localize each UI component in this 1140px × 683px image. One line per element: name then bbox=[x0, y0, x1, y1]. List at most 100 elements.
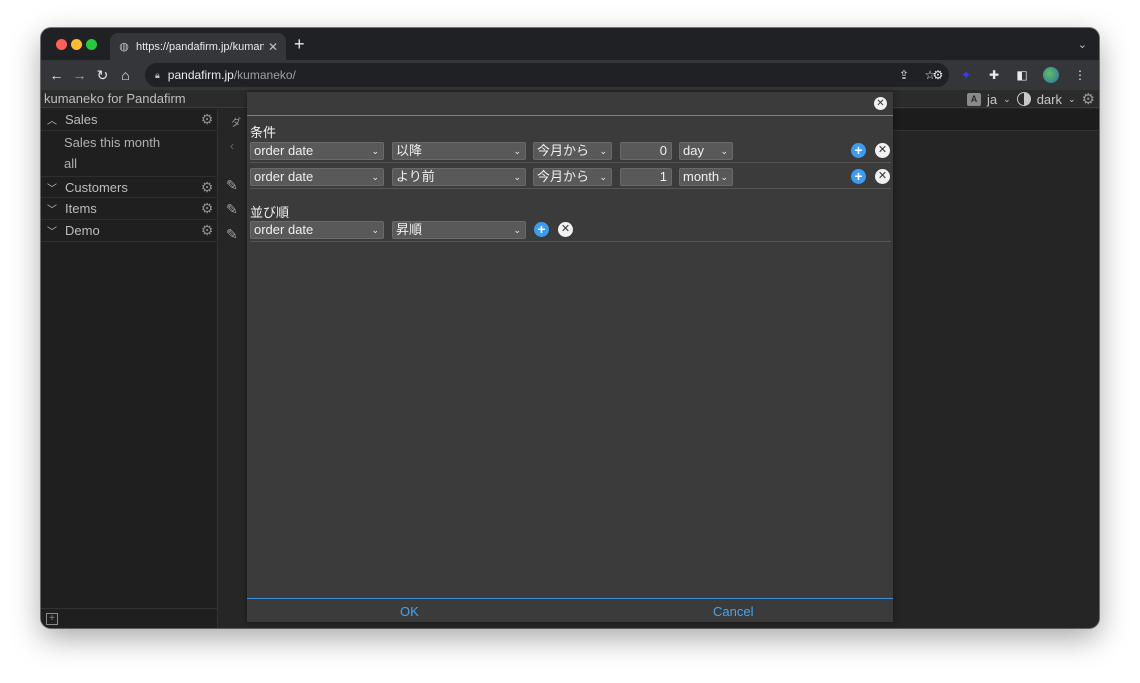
condition-unit-select[interactable]: day ⌄ bbox=[679, 142, 733, 160]
chevron-down-icon: ⌄ bbox=[371, 146, 379, 156]
add-app-icon[interactable]: + bbox=[46, 613, 58, 625]
dialog-header: ✕ bbox=[247, 92, 893, 116]
url-path: /kumaneko/ bbox=[233, 68, 296, 82]
tab-strip: ◍ https://pandafirm.jp/kumaneko/ ✕ + ⌄ bbox=[41, 28, 1099, 60]
app-title: kumaneko for Pandafirm bbox=[44, 91, 186, 106]
sidebar-group-customers[interactable]: ﹀ Customers ⚙ bbox=[41, 176, 218, 198]
lock-icon: 🔒︎ bbox=[155, 69, 160, 80]
chevron-down-icon[interactable]: ﹀ bbox=[41, 223, 63, 238]
dialog-footer: OK Cancel bbox=[247, 598, 893, 622]
edit-pencil-icon[interactable]: ✎ bbox=[226, 226, 238, 243]
condition-base-select[interactable]: 今月から ⌄ bbox=[533, 168, 612, 186]
condition-operator-select[interactable]: 以降 ⌄ bbox=[392, 142, 526, 160]
forward-icon[interactable]: → bbox=[68, 67, 91, 83]
chevron-down-icon[interactable]: ⌄ bbox=[1068, 94, 1076, 105]
back-icon[interactable]: ← bbox=[45, 67, 68, 83]
profile-avatar[interactable] bbox=[1043, 67, 1059, 83]
chevron-down-icon: ⌄ bbox=[371, 172, 379, 182]
add-condition-icon[interactable]: + bbox=[851, 169, 866, 184]
share-icon[interactable]: ⇪ bbox=[897, 68, 911, 82]
sidebar-item-all[interactable]: all bbox=[64, 156, 77, 171]
chevron-down-icon: ⌄ bbox=[720, 172, 728, 182]
gear-icon[interactable]: ⚙ bbox=[196, 200, 218, 217]
add-condition-icon[interactable]: + bbox=[851, 143, 866, 158]
select-value: order date bbox=[254, 143, 314, 158]
select-value: より前 bbox=[396, 169, 435, 184]
extension-gear-icon[interactable]: ⚙ bbox=[931, 68, 945, 82]
theme-icon bbox=[1016, 92, 1031, 106]
gear-icon[interactable]: ⚙ bbox=[196, 179, 218, 196]
remove-sort-icon[interactable]: ✕ bbox=[558, 222, 573, 237]
tab-search-icon[interactable]: ⌄ bbox=[1078, 38, 1087, 51]
view-header-bar bbox=[893, 109, 1099, 131]
ok-button[interactable]: OK bbox=[400, 604, 419, 619]
select-value: month bbox=[683, 169, 720, 184]
chevron-down-icon[interactable]: ﹀ bbox=[41, 201, 63, 216]
sidebar-item-sales-this-month[interactable]: Sales this month bbox=[64, 135, 160, 150]
language-select[interactable]: ja bbox=[987, 92, 997, 107]
language-icon: A bbox=[967, 92, 982, 106]
maximize-window-button[interactable] bbox=[86, 39, 97, 50]
minimize-window-button[interactable] bbox=[71, 39, 82, 50]
globe-icon: ◍ bbox=[119, 40, 129, 53]
side-panel-icon[interactable]: ◧ bbox=[1015, 68, 1029, 82]
sidebar-group-items[interactable]: ﹀ Items ⚙ bbox=[41, 198, 218, 220]
chevron-down-icon[interactable]: ⌄ bbox=[1003, 94, 1011, 105]
condition-value-input[interactable]: 0 bbox=[620, 142, 672, 160]
sidebar-footer: + bbox=[41, 608, 218, 628]
extension-star-icon[interactable]: ✦ bbox=[959, 68, 973, 82]
browser-toolbar: ← → ↻ ⌂ 🔒︎ pandafirm.jp/kumaneko/ ⇪ ☆ ⚙ … bbox=[41, 60, 1099, 90]
sidebar-group-label: Customers bbox=[65, 179, 128, 195]
sidebar: ︿ Sales ⚙ Sales this month all ﹀ Custome… bbox=[41, 109, 218, 628]
home-icon[interactable]: ⌂ bbox=[114, 67, 137, 83]
condition-field-select[interactable]: order date ⌄ bbox=[250, 142, 384, 160]
condition-row: order date ⌄ 以降 ⌄ 今月から ⌄ 0 day ⌄ + ✕ bbox=[250, 139, 891, 163]
chevron-up-icon[interactable]: ︿ bbox=[41, 112, 63, 127]
sort-order-select[interactable]: 昇順 ⌄ bbox=[392, 221, 526, 239]
reload-icon[interactable]: ↻ bbox=[91, 67, 114, 84]
extensions-puzzle-icon[interactable]: ✚ bbox=[987, 68, 1001, 82]
select-value: 今月から bbox=[537, 143, 590, 158]
condition-field-select[interactable]: order date ⌄ bbox=[250, 168, 384, 186]
new-tab-button[interactable]: + bbox=[294, 35, 305, 53]
condition-unit-select[interactable]: month ⌄ bbox=[679, 168, 733, 186]
gear-icon[interactable]: ⚙ bbox=[196, 222, 218, 239]
chevron-down-icon: ⌄ bbox=[599, 172, 607, 182]
view-tab[interactable]: ダ bbox=[231, 114, 241, 129]
chevron-down-icon: ⌄ bbox=[371, 225, 379, 235]
sidebar-group-label: Sales bbox=[65, 112, 98, 127]
remove-condition-icon[interactable]: ✕ bbox=[875, 143, 890, 158]
sidebar-group-sales[interactable]: ︿ Sales ⚙ bbox=[41, 109, 218, 131]
theme-select[interactable]: dark bbox=[1037, 92, 1062, 107]
chevron-left-icon[interactable]: ‹ bbox=[230, 139, 234, 153]
sidebar-group-label: Items bbox=[65, 201, 97, 216]
close-icon[interactable]: ✕ bbox=[874, 97, 887, 110]
condition-operator-select[interactable]: より前 ⌄ bbox=[392, 168, 526, 186]
menu-kebab-icon[interactable]: ⋮ bbox=[1073, 68, 1087, 82]
settings-gear-icon[interactable]: ⚙ bbox=[1082, 90, 1095, 108]
chevron-down-icon: ⌄ bbox=[513, 172, 521, 182]
close-window-button[interactable] bbox=[56, 39, 67, 50]
edit-pencil-icon[interactable]: ✎ bbox=[226, 201, 238, 218]
remove-condition-icon[interactable]: ✕ bbox=[875, 169, 890, 184]
browser-tab[interactable]: ◍ https://pandafirm.jp/kumaneko/ ✕ bbox=[110, 33, 286, 60]
url-host: pandafirm.jp bbox=[167, 68, 234, 82]
close-tab-icon[interactable]: ✕ bbox=[268, 40, 278, 54]
condition-base-select[interactable]: 今月から ⌄ bbox=[533, 142, 612, 160]
gear-icon[interactable]: ⚙ bbox=[196, 111, 218, 128]
edit-pencil-icon[interactable]: ✎ bbox=[226, 177, 238, 194]
chevron-down-icon: ⌄ bbox=[513, 225, 521, 235]
cancel-button[interactable]: Cancel bbox=[713, 604, 753, 619]
address-bar[interactable]: 🔒︎ pandafirm.jp/kumaneko/ ⇪ ☆ bbox=[145, 63, 949, 87]
browser-window: ◍ https://pandafirm.jp/kumaneko/ ✕ + ⌄ ←… bbox=[41, 28, 1099, 628]
condition-value-input[interactable]: 1 bbox=[620, 168, 672, 186]
add-sort-icon[interactable]: + bbox=[534, 222, 549, 237]
sort-field-select[interactable]: order date ⌄ bbox=[250, 221, 384, 239]
chevron-down-icon: ⌄ bbox=[720, 146, 728, 156]
sidebar-group-label: Demo bbox=[65, 223, 100, 238]
select-value: day bbox=[683, 143, 704, 158]
chevron-down-icon: ⌄ bbox=[513, 146, 521, 156]
select-value: 今月から bbox=[537, 169, 590, 184]
sidebar-group-demo[interactable]: ﹀ Demo ⚙ bbox=[41, 220, 218, 242]
chevron-down-icon[interactable]: ﹀ bbox=[41, 180, 63, 195]
